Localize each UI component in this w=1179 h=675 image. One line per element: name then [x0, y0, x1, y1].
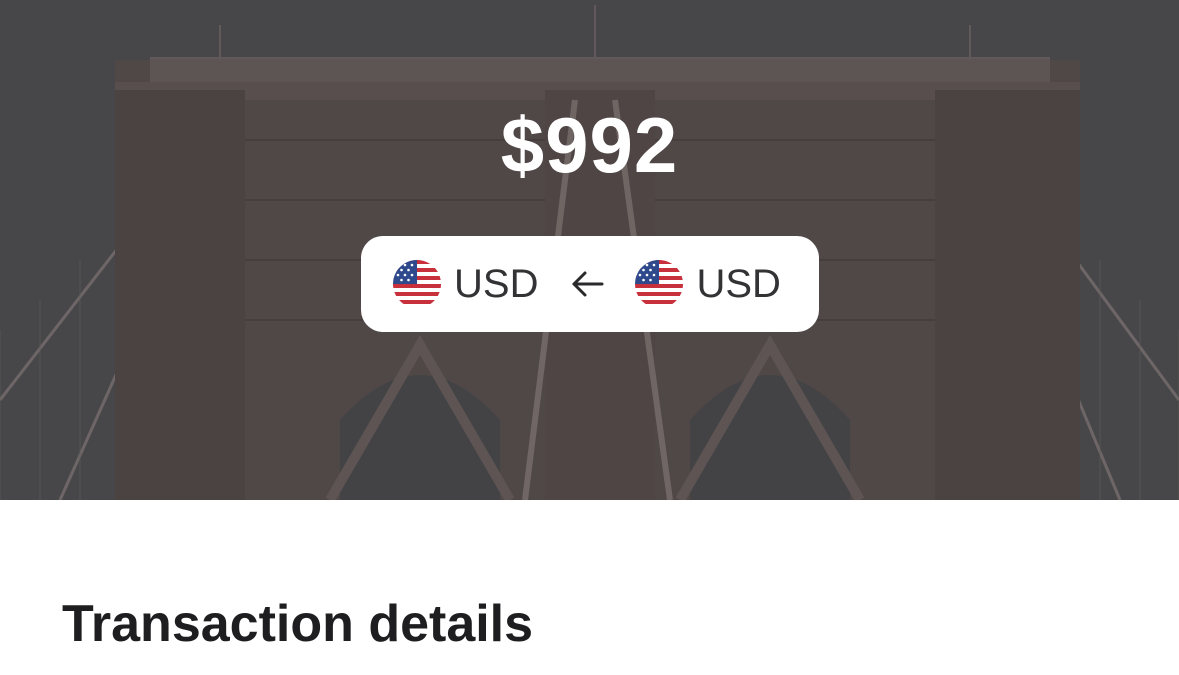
to-currency[interactable]: USD: [635, 260, 781, 308]
us-flag-icon: [393, 260, 441, 308]
currency-pair-pill[interactable]: USD USD: [361, 236, 819, 332]
section-title-transaction-details: Transaction details: [62, 595, 534, 653]
us-flag-icon: [635, 260, 684, 308]
arrow-left-icon[interactable]: [568, 264, 608, 304]
to-currency-code: USD: [696, 261, 781, 306]
from-currency[interactable]: USD: [393, 260, 538, 308]
hero-banner: $992 USD USD: [0, 0, 1179, 500]
from-currency-code: USD: [454, 261, 539, 306]
transaction-amount: $992: [500, 101, 679, 189]
